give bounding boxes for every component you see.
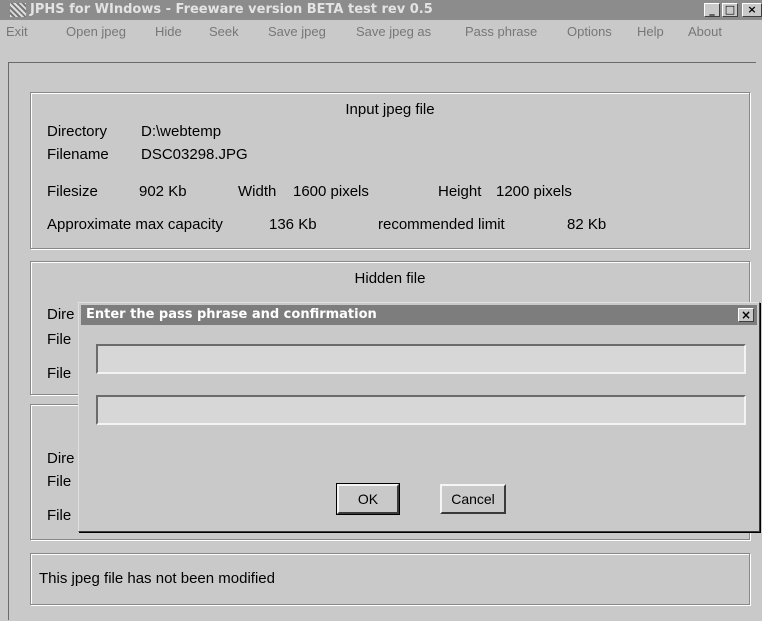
menu-open-jpeg[interactable]: Open jpeg	[66, 20, 126, 44]
hidden-filename-label: File	[47, 331, 72, 348]
hidden-directory-label: Dire	[47, 306, 75, 323]
window-title: JPHS for WIndows - Freeware version BETA…	[30, 2, 433, 17]
saved-directory-label: Dire	[47, 450, 75, 467]
menu-exit[interactable]: Exit	[6, 20, 28, 44]
limit-value: 82 Kb	[567, 216, 607, 233]
capacity-label: Approximate max capacity	[47, 216, 223, 233]
minimize-button[interactable]: _	[704, 3, 720, 17]
saved-filesize-label: File	[47, 507, 72, 524]
pass-phrase-dialog: Enter the pass phrase and confirmation ×…	[78, 302, 760, 532]
directory-label: Directory	[47, 123, 108, 140]
saved-filename-label: File	[47, 473, 72, 490]
menu-save-jpeg-as[interactable]: Save jpeg as	[356, 20, 431, 44]
height-value: 1200 pixels	[496, 183, 572, 200]
maximize-button[interactable]: □	[722, 3, 738, 17]
filename-value: DSC03298.JPG	[141, 146, 248, 163]
menu-about[interactable]: About	[688, 20, 722, 44]
pass-phrase-confirm-input[interactable]	[96, 395, 746, 425]
directory-value: D:\webtemp	[141, 123, 222, 140]
filesize-value: 902 Kb	[139, 183, 187, 200]
height-label: Height	[438, 183, 482, 200]
menu-seek[interactable]: Seek	[209, 20, 239, 44]
menu-hide[interactable]: Hide	[155, 20, 182, 44]
app-icon	[10, 3, 26, 17]
cancel-button[interactable]: Cancel	[440, 484, 506, 514]
limit-label: recommended limit	[378, 216, 505, 233]
title-bar[interactable]: JPHS for WIndows - Freeware version BETA…	[0, 0, 762, 20]
filename-label: Filename	[47, 146, 109, 163]
hidden-filesize-label: File	[47, 365, 72, 382]
main-window: JPHS for WIndows - Freeware version BETA…	[0, 0, 762, 621]
ok-button[interactable]: OK	[336, 483, 400, 515]
filesize-label: Filesize	[47, 183, 98, 200]
pass-phrase-input[interactable]	[96, 344, 746, 374]
dialog-close-icon[interactable]: ×	[738, 308, 754, 322]
menu-options[interactable]: Options	[567, 20, 612, 44]
menu-save-jpeg[interactable]: Save jpeg	[268, 20, 326, 44]
input-jpeg-group: Input jpeg file Directory D:\webtemp Fil…	[30, 92, 750, 249]
dialog-title: Enter the pass phrase and confirmation	[86, 307, 377, 322]
menu-pass-phrase[interactable]: Pass phrase	[465, 20, 537, 44]
close-button[interactable]: ×	[742, 3, 762, 17]
width-value: 1600 pixels	[293, 183, 369, 200]
capacity-value: 136 Kb	[269, 216, 317, 233]
menu-bar: Exit Open jpeg Hide Seek Save jpeg Save …	[0, 20, 762, 44]
status-text: This jpeg file has not been modified	[39, 570, 275, 587]
input-group-title: Input jpeg file	[345, 101, 435, 118]
width-label: Width	[238, 183, 277, 200]
status-box: This jpeg file has not been modified	[30, 553, 750, 605]
menu-help[interactable]: Help	[637, 20, 664, 44]
hidden-group-title: Hidden file	[354, 270, 426, 287]
dialog-title-bar[interactable]: Enter the pass phrase and confirmation ×	[81, 305, 757, 325]
